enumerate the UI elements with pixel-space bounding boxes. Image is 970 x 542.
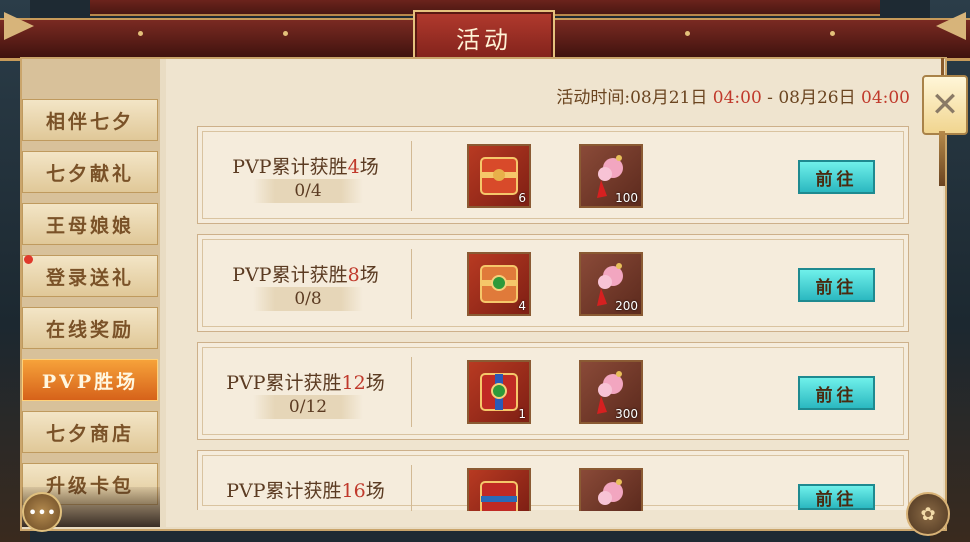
reward-count: 1: [518, 407, 526, 421]
rivet: [685, 31, 690, 36]
sidebar-item-pvp-shengchang[interactable]: PVP胜场: [22, 359, 158, 401]
sidebar-item-xiangban-qixi[interactable]: 相伴七夕: [22, 99, 158, 141]
sidebar-item-denglu-songli[interactable]: 登录送礼: [22, 255, 158, 297]
task-row: PVP累计获胜4场 0/4 6 100 前往: [197, 126, 909, 224]
divider: [411, 249, 412, 319]
sidebar-item-wangmu-niangniang[interactable]: 王母娘娘: [22, 203, 158, 245]
task-row: PVP累计获胜12场 0/12 1 300 前往: [197, 342, 909, 440]
reward-count: 4: [518, 299, 526, 313]
page-title: 活动: [413, 10, 555, 64]
reward-item[interactable]: 1: [467, 360, 531, 424]
task-progress: 0/4: [253, 179, 363, 203]
task-title: PVP累计获胜16场: [226, 480, 385, 502]
corner-ornament-right: [936, 12, 966, 40]
reward-item[interactable]: 4: [467, 252, 531, 316]
reward-item[interactable]: 100: [579, 144, 643, 208]
chat-button[interactable]: •••: [22, 492, 62, 532]
gear-icon: ✿: [920, 503, 936, 525]
reward-item[interactable]: 300: [579, 360, 643, 424]
divider: [411, 141, 412, 211]
reward-count: 200: [615, 299, 638, 313]
divider: [411, 465, 412, 511]
corner-ornament-left: [4, 12, 34, 40]
rivet: [830, 31, 835, 36]
reward-count: 100: [615, 191, 638, 205]
task-title: PVP累计获胜12场: [226, 372, 385, 394]
task-row: PVP累计获胜16场 前往: [197, 450, 909, 511]
reward-item[interactable]: [467, 468, 531, 511]
divider: [411, 357, 412, 427]
task-progress: 0/8: [253, 287, 363, 311]
go-button[interactable]: 前往: [798, 160, 875, 194]
close-icon: ✕: [930, 85, 960, 125]
close-button[interactable]: ✕: [922, 75, 968, 135]
activity-time: 活动时间:08月21日 04:00 - 08月26日 04:00: [556, 88, 910, 108]
settings-button[interactable]: ✿: [906, 492, 950, 536]
red-gift-box-icon: [480, 157, 518, 195]
go-button[interactable]: 前往: [798, 376, 875, 410]
reward-item[interactable]: 6: [467, 144, 531, 208]
rivet: [138, 31, 143, 36]
reward-item[interactable]: 200: [579, 252, 643, 316]
jade-gift-box-icon: [480, 373, 518, 411]
rivet: [283, 31, 288, 36]
reward-count: 6: [518, 191, 526, 205]
chat-icon: •••: [27, 502, 57, 522]
lantern-tassel: [939, 131, 945, 186]
notification-dot: [24, 255, 33, 264]
task-title: PVP累计获胜8场: [232, 264, 379, 286]
task-progress: 0/12: [253, 395, 363, 419]
sidebar-item-qixi-xianli[interactable]: 七夕献礼: [22, 151, 158, 193]
go-button[interactable]: 前往: [798, 484, 875, 510]
pink-flower-tassel-icon: [598, 479, 623, 505]
task-row: PVP累计获胜8场 0/8 4 200 前往: [197, 234, 909, 332]
red-gift-box-icon: [480, 481, 518, 511]
sidebar-item-qixi-shangdian[interactable]: 七夕商店: [22, 411, 158, 453]
jade-gift-box-icon: [480, 265, 518, 303]
reward-item[interactable]: [579, 468, 643, 511]
reward-count: 300: [615, 407, 638, 421]
sidebar-item-zaixian-jiangli[interactable]: 在线奖励: [22, 307, 158, 349]
lantern-string: [941, 58, 944, 76]
task-title: PVP累计获胜4场: [232, 156, 379, 178]
go-button[interactable]: 前往: [798, 268, 875, 302]
